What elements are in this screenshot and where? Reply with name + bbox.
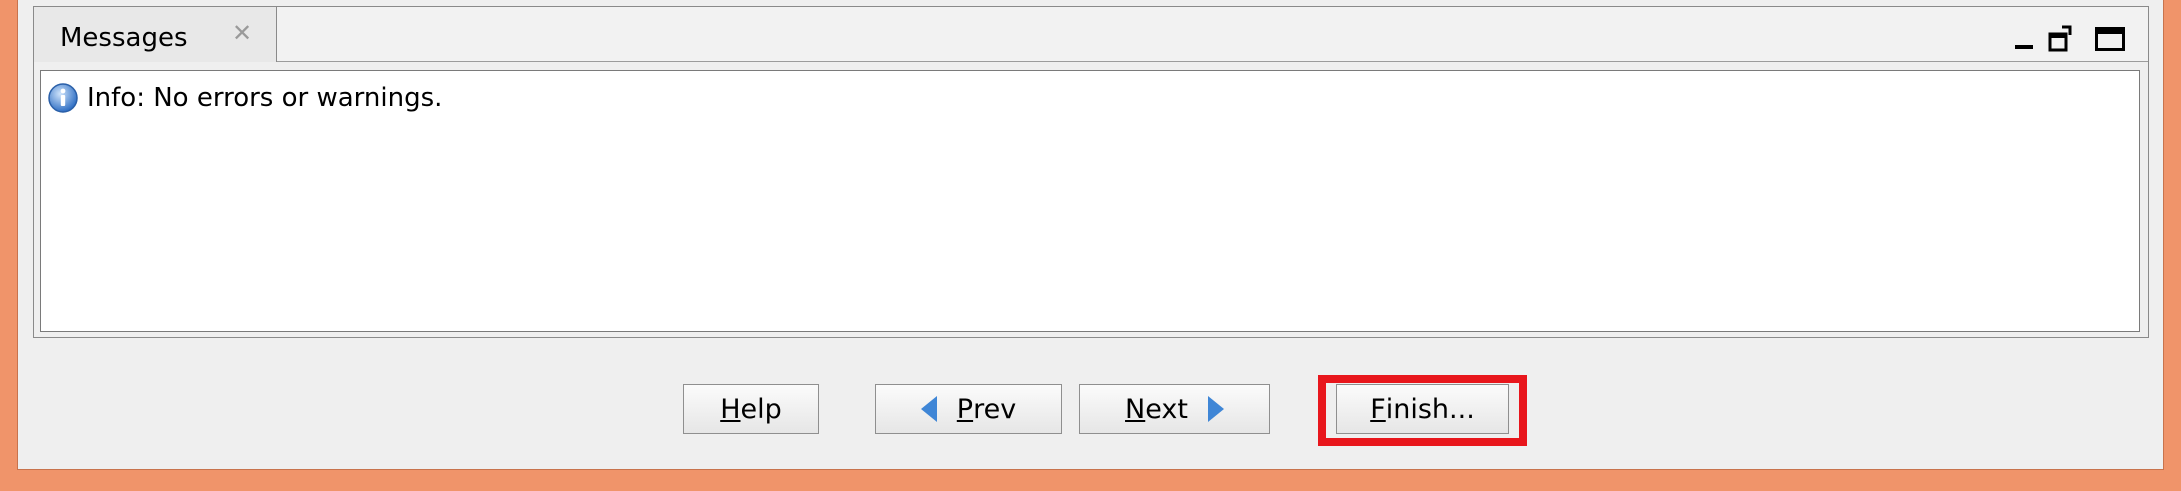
maximize-icon[interactable] bbox=[2095, 27, 2125, 51]
wizard-window: Messages ✕ Info: No errors or warnings. … bbox=[0, 0, 2181, 491]
messages-panel: Messages ✕ Info: No errors or warnings. bbox=[33, 6, 2149, 338]
list-item: Info: No errors or warnings. bbox=[47, 83, 442, 113]
info-icon bbox=[48, 83, 78, 113]
finish-label: inish... bbox=[1385, 393, 1475, 425]
close-icon[interactable]: ✕ bbox=[232, 19, 252, 47]
message-list: Info: No errors or warnings. bbox=[40, 70, 2140, 332]
wizard-content: Messages ✕ Info: No errors or warnings. … bbox=[17, 0, 2164, 470]
tab-messages-label: Messages bbox=[60, 23, 188, 53]
next-button[interactable]: Next bbox=[1079, 384, 1270, 434]
next-label: ext bbox=[1145, 393, 1188, 425]
prev-mnemonic: P bbox=[956, 393, 974, 425]
help-label: elp bbox=[740, 393, 782, 425]
tab-messages[interactable]: Messages ✕ bbox=[34, 7, 277, 62]
prev-button[interactable]: Prev bbox=[875, 384, 1062, 434]
arrow-right-icon bbox=[1207, 396, 1224, 422]
messages-panel-header: Messages ✕ bbox=[34, 7, 2148, 62]
restore-icon[interactable] bbox=[2048, 25, 2074, 53]
arrow-left-icon bbox=[920, 396, 937, 422]
finish-mnemonic: F bbox=[1370, 393, 1386, 425]
message-text: Info: No errors or warnings. bbox=[87, 83, 443, 113]
help-button[interactable]: Help bbox=[683, 384, 819, 434]
minimize-icon[interactable] bbox=[2015, 45, 2033, 49]
finish-button[interactable]: Finish... bbox=[1336, 384, 1509, 434]
help-mnemonic: H bbox=[720, 393, 741, 425]
next-mnemonic: N bbox=[1125, 393, 1146, 425]
prev-label: rev bbox=[973, 393, 1017, 425]
